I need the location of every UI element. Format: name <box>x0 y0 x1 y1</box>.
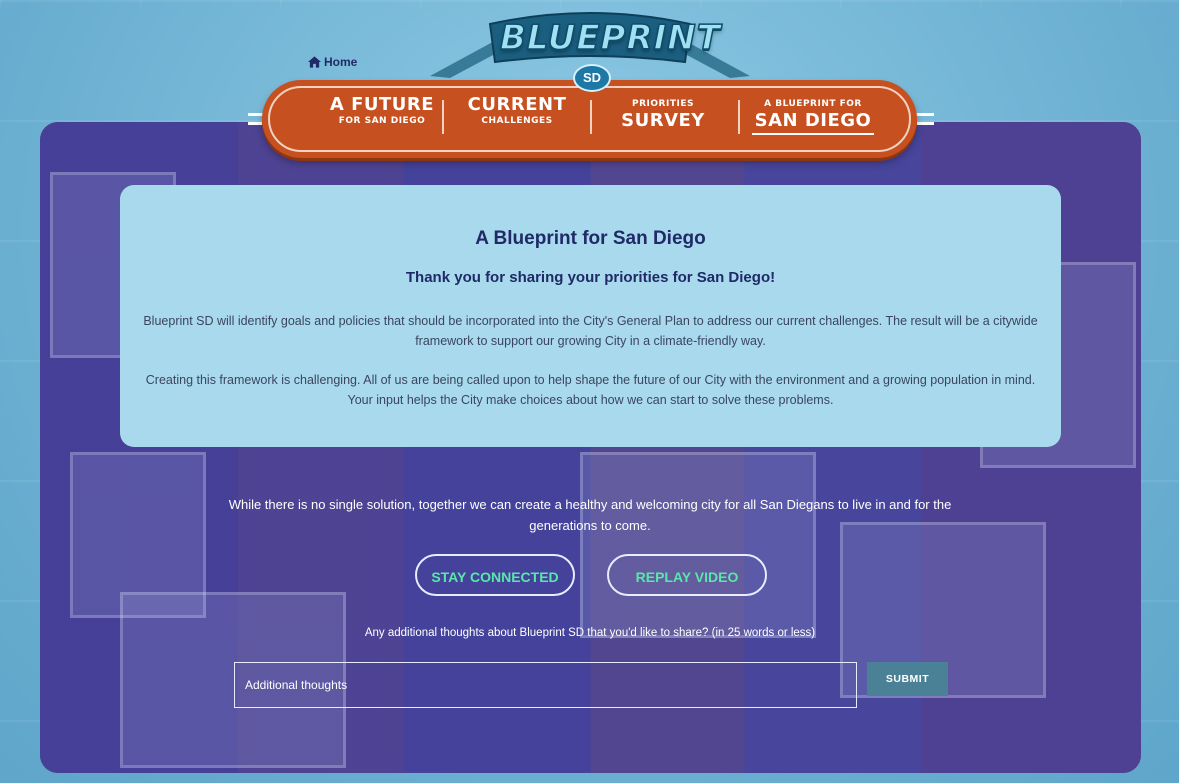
nav-item-big-label: SAN DIEGO <box>752 112 874 136</box>
nav-item-current-challenges[interactable]: CURRENT CHALLENGES <box>458 94 576 126</box>
nav-item-small-label: FOR SAN DIEGO <box>338 115 426 126</box>
blueprint-sd-logo[interactable]: BLUEPRINT SD <box>430 6 750 92</box>
submit-button[interactable]: SUBMIT <box>867 662 948 696</box>
nav-separator <box>442 100 444 134</box>
home-icon <box>308 56 321 68</box>
nav-item-big-label: A FUTURE <box>329 94 435 115</box>
nav-item-small-label: PRIORITIES <box>632 99 694 109</box>
thank-you-heading: Thank you for sharing your priorities fo… <box>405 269 776 286</box>
nav-item-a-blueprint-for-san-diego[interactable]: A BLUEPRINT FOR SAN DIEGO <box>752 96 874 136</box>
home-link[interactable]: Home <box>308 55 357 69</box>
nav-item-a-future[interactable]: A FUTURE FOR SAN DIEGO <box>317 94 447 126</box>
page-title: A Blueprint for San Diego <box>475 228 706 249</box>
logo-badge: SD <box>573 64 611 92</box>
nav-item-priorities-survey[interactable]: PRIORITIES SURVEY <box>608 96 718 131</box>
nav-separator <box>738 100 740 134</box>
nav-separator <box>590 100 592 134</box>
closing-statement: While there is no single solution, toget… <box>228 497 952 533</box>
challenge-paragraph: Creating this framework is challenging. … <box>145 373 1036 407</box>
nav-item-big-label: CURRENT <box>467 94 567 115</box>
nav-item-small-label: A BLUEPRINT FOR <box>764 99 862 109</box>
nav-item-small-label: CHALLENGES <box>481 115 553 126</box>
additional-thoughts-input[interactable] <box>234 662 857 708</box>
stay-connected-button[interactable]: STAY CONNECTED <box>415 554 575 596</box>
nav-item-big-label: SURVEY <box>621 110 705 132</box>
postcard-decoration <box>580 452 816 638</box>
logo-text: BLUEPRINT <box>499 17 721 59</box>
replay-video-button[interactable]: REPLAY VIDEO <box>607 554 767 596</box>
intro-paragraph: Blueprint SD will identify goals and pol… <box>143 314 1038 348</box>
thank-you-panel: A Blueprint for San Diego Thank you for … <box>120 185 1061 447</box>
additional-thoughts-prompt: Any additional thoughts about Blueprint … <box>364 627 816 639</box>
home-label: Home <box>324 55 358 69</box>
